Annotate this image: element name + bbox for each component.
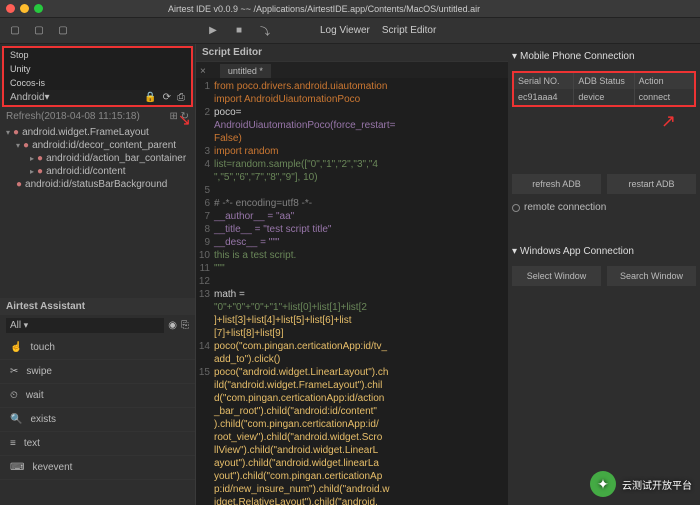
select-window-button[interactable]: Select Window bbox=[512, 266, 601, 286]
stop-icon[interactable]: ■ bbox=[228, 21, 250, 41]
tool-text[interactable]: ≡text bbox=[0, 432, 195, 456]
device-table: Serial NO. ADB Status Action ec91aaa4 de… bbox=[512, 71, 696, 107]
col-adb: ADB Status bbox=[574, 73, 634, 89]
open-file-icon[interactable]: ▢ bbox=[28, 21, 50, 41]
ui-tree[interactable]: ▾●android.widget.FrameLayout ▾●android:i… bbox=[0, 124, 195, 298]
wechat-icon: ✦ bbox=[590, 471, 616, 497]
col-serial: Serial NO. bbox=[514, 73, 574, 89]
highlight-arrow-icon: ↘ bbox=[178, 110, 191, 130]
exists-icon: 🔍 bbox=[10, 414, 22, 425]
tool-wait[interactable]: ⏲wait bbox=[0, 384, 195, 408]
right-panel: ▾ Mobile Phone Connection Serial NO. ADB… bbox=[508, 44, 700, 505]
camera-icon[interactable]: ⎘ bbox=[181, 320, 189, 331]
search-window-button[interactable]: Search Window bbox=[607, 266, 696, 286]
cell-serial: ec91aaa4 bbox=[514, 89, 574, 105]
text-icon: ≡ bbox=[10, 438, 16, 449]
tree-root[interactable]: android.widget.FrameLayout bbox=[22, 127, 149, 138]
touch-icon: ☝ bbox=[10, 342, 22, 353]
dd-unity[interactable]: Unity bbox=[4, 62, 191, 76]
close-tab-icon[interactable]: × bbox=[200, 66, 206, 77]
mobile-section-header[interactable]: ▾ Mobile Phone Connection bbox=[512, 48, 696, 65]
tool-keyevent[interactable]: ⌨kevevent bbox=[0, 456, 195, 480]
tab-script-editor[interactable]: Script Editor bbox=[382, 25, 436, 36]
lock-icon[interactable]: 🔒 bbox=[144, 92, 156, 103]
close-dot[interactable] bbox=[6, 4, 15, 13]
dd-cocos[interactable]: Cocos-is bbox=[4, 76, 191, 90]
editor-panel: Script Editor × untitled * 1from poco.dri… bbox=[196, 44, 508, 505]
run-icon[interactable]: ▶ bbox=[202, 21, 224, 41]
refresh-icon[interactable]: ⟳ bbox=[163, 92, 171, 103]
col-action: Action bbox=[635, 73, 694, 89]
dd-android[interactable]: Android bbox=[10, 92, 44, 103]
record-icon[interactable]: ◉ bbox=[168, 320, 177, 331]
tree-item[interactable]: android:id/decor_content_parent bbox=[32, 140, 176, 151]
save-file-icon[interactable]: ▢ bbox=[52, 21, 74, 41]
wait-icon: ⏲ bbox=[10, 390, 18, 401]
assistant-header: Airtest Assistant bbox=[0, 298, 195, 315]
device-dropdown[interactable]: Stop Unity Cocos-is Android ▾ 🔒 ⟳ ⎙ ↘ bbox=[2, 46, 193, 107]
cell-status: device bbox=[574, 89, 634, 105]
editor-header: Script Editor bbox=[196, 44, 508, 62]
toolbar: ▢ ▢ ▢ ▶ ■ ⤵ Log Viewer Script Editor bbox=[0, 18, 700, 44]
tool-exists[interactable]: 🔍exists bbox=[0, 408, 195, 432]
step-icon[interactable]: ⤵ bbox=[254, 21, 276, 41]
refresh-adb-button[interactable]: refresh ADB bbox=[512, 174, 601, 194]
minimize-dot[interactable] bbox=[20, 4, 29, 13]
swipe-icon: ✂ bbox=[10, 366, 18, 377]
tree-item[interactable]: android:id/action_bar_container bbox=[46, 153, 186, 164]
dd-stop[interactable]: Stop bbox=[4, 48, 191, 62]
watermark: ✦ 云测试开放平台 bbox=[590, 471, 692, 497]
tool-list: ☝touch ✂swipe ⏲wait 🔍exists ≡text ⌨kevev… bbox=[0, 336, 195, 505]
refresh-timestamp: Refresh(2018-04-08 11:15:18) bbox=[6, 111, 140, 122]
window-title: Airtest IDE v0.0.9 ~~ /Applications/Airt… bbox=[168, 4, 480, 14]
maximize-dot[interactable] bbox=[34, 4, 43, 13]
printer-icon[interactable]: ⎙ bbox=[177, 92, 185, 103]
tool-touch[interactable]: ☝touch bbox=[0, 336, 195, 360]
new-file-icon[interactable]: ▢ bbox=[4, 21, 26, 41]
remote-connection-radio[interactable]: remote connection bbox=[512, 200, 696, 215]
highlight-arrow-icon: ↗ bbox=[512, 111, 696, 132]
windows-section-header[interactable]: ▾ Windows App Connection bbox=[512, 243, 696, 260]
restart-adb-button[interactable]: restart ADB bbox=[607, 174, 696, 194]
connect-button[interactable]: connect bbox=[635, 89, 694, 105]
left-panel: Stop Unity Cocos-is Android ▾ 🔒 ⟳ ⎙ ↘ Re… bbox=[0, 44, 196, 505]
tab-log-viewer[interactable]: Log Viewer bbox=[320, 25, 370, 36]
code-editor[interactable]: 1from poco.drivers.android.uiautomationi… bbox=[196, 78, 508, 505]
title-bar: Airtest IDE v0.0.9 ~~ /Applications/Airt… bbox=[0, 0, 700, 18]
assistant-filter[interactable]: All ▾ bbox=[6, 318, 164, 333]
tree-item[interactable]: android:id/content bbox=[46, 166, 126, 177]
tool-swipe[interactable]: ✂swipe bbox=[0, 360, 195, 384]
editor-tab[interactable]: untitled * bbox=[220, 64, 271, 78]
key-icon: ⌨ bbox=[10, 462, 24, 473]
tree-item[interactable]: android:id/statusBarBackground bbox=[25, 179, 167, 190]
